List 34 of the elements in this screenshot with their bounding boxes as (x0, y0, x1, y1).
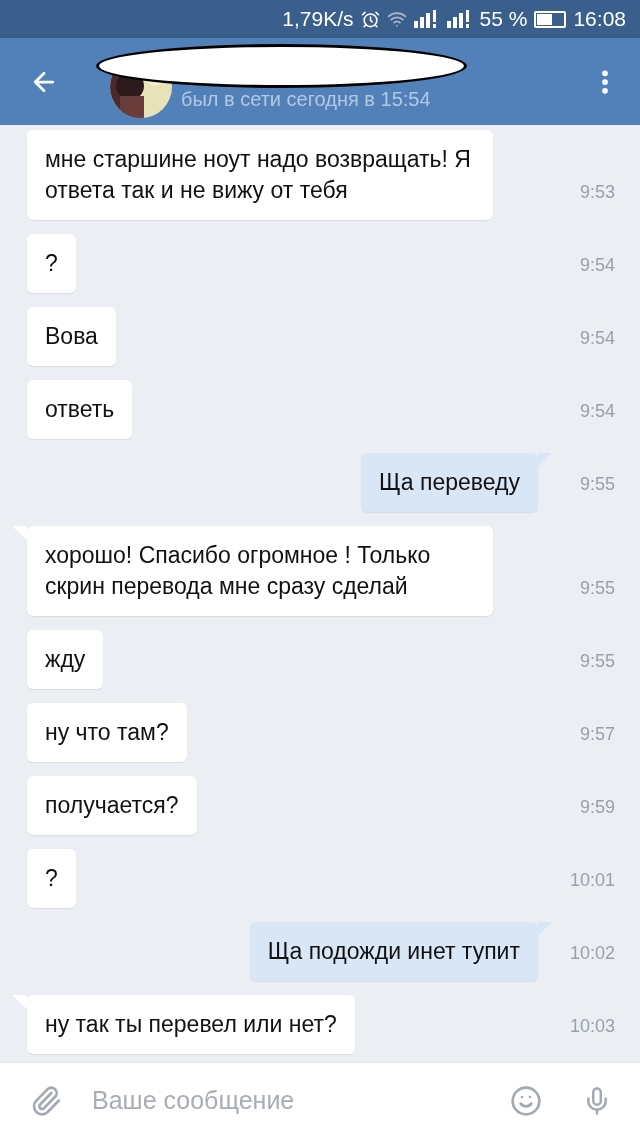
message-time: 9:55 (579, 473, 615, 496)
message-time: 10:01 (569, 869, 615, 892)
message-time: 9:57 (579, 723, 615, 746)
message-text: Ща переведу (379, 468, 520, 497)
message-text: хорошо! Спасибо огромное ! Только скрин перевода мне сразу сделай (45, 541, 432, 601)
message-text: жду (45, 645, 86, 674)
smile-icon[interactable] (510, 1084, 542, 1117)
message-time: 9:55 (579, 577, 615, 600)
message-time: 10:03 (569, 1015, 615, 1038)
message-text: ? (45, 864, 58, 893)
message-time: 9:55 (579, 650, 615, 673)
message-time: 10:02 (569, 942, 615, 965)
message-time: 9:54 (579, 254, 615, 277)
message-text: Вова (45, 322, 98, 351)
message-composer[interactable]: Ваше сообщение (0, 1062, 640, 1138)
message-time: 9:59 (579, 796, 615, 819)
message-text: получается? (45, 791, 179, 820)
message-text: ? (45, 249, 58, 278)
wifi-icon (386, 9, 407, 29)
attach-icon[interactable] (30, 1084, 62, 1117)
network-speed: 1,79K/s (282, 6, 354, 33)
battery-icon (534, 10, 567, 28)
clock-time: 16:08 (573, 6, 626, 33)
alarm-icon (360, 9, 380, 29)
message-text: ну так ты перевел или нет? (45, 1010, 337, 1039)
message-text: ну что там? (45, 718, 169, 747)
message-text: ответь (45, 395, 115, 424)
message-text: мне старшине ноут надо возвращать! Я ответа так и не вижу от тебя (45, 145, 472, 205)
message-text: Ща подожди инет тупит (267, 937, 520, 966)
message-time: 9:54 (579, 400, 615, 423)
battery-percent: 55 % (479, 6, 528, 33)
message-time: 9:54 (579, 327, 615, 350)
last-seen-status: был в сети сегодня в 15:54 (181, 86, 431, 112)
message-time: 9:53 (579, 181, 615, 204)
